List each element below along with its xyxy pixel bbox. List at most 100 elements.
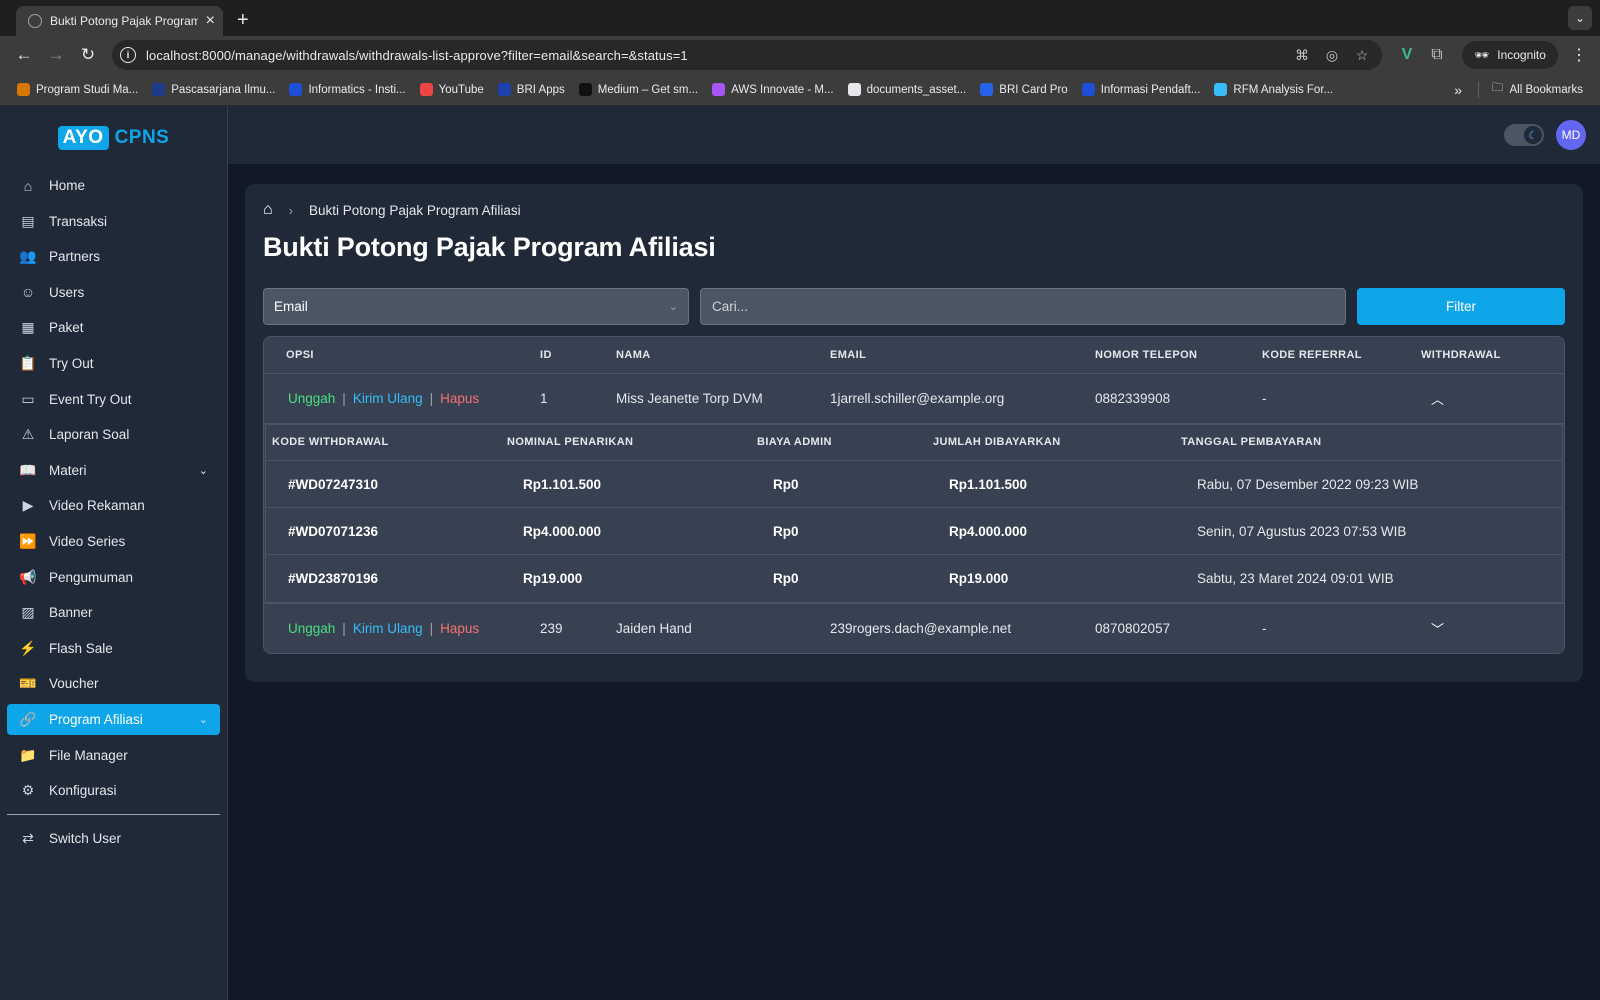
sidebar-item-flash-sale[interactable]: ⚡ Flash Sale	[7, 633, 220, 664]
chevron-down-icon[interactable]: ﹀	[1421, 619, 1444, 638]
sidebar: AYO CPNS ⌂ Home ▤ Transaksi 👥 Partners ☺ Users ▦…	[0, 106, 228, 1000]
referral-cell: -	[1256, 372, 1415, 423]
sidebar-item-materi[interactable]: 📖 Materi ⌄	[7, 455, 220, 486]
theme-toggle[interactable]: ☾	[1504, 124, 1544, 146]
bookmark-favicon-icon	[1081, 83, 1095, 96]
sidebar-item-home[interactable]: ⌂ Home	[7, 170, 220, 201]
jumlah-cell: Rp4.000.000	[927, 507, 1175, 555]
bookmark-item[interactable]: BRI Apps	[491, 83, 572, 96]
kode-cell: #WD07071236	[266, 507, 501, 555]
sidebar-item-banner[interactable]: ▨ Banner	[7, 597, 220, 628]
bookmark-item[interactable]: Informatics - Insti...	[282, 83, 412, 96]
filter-select[interactable]: Email ⌄	[263, 288, 689, 325]
bookmark-item[interactable]: documents_asset...	[841, 83, 974, 96]
tanggal-cell: Senin, 07 Agustus 2023 07:53 WIB	[1175, 507, 1562, 555]
chevron-down-icon[interactable]: ⌄	[199, 464, 208, 477]
bookmark-item[interactable]: AWS Innovate - M...	[705, 83, 840, 96]
col-header-admin: BIAYA ADMIN	[751, 424, 927, 461]
bookmark-item[interactable]: Program Studi Ma...	[10, 83, 145, 96]
site-info-icon[interactable]: i	[120, 47, 136, 63]
logo[interactable]: AYO CPNS	[0, 118, 227, 158]
withdrawal-table: OPSI ID NAMA EMAIL NOMOR TELEPON KODE RE…	[263, 336, 1565, 654]
all-bookmarks[interactable]: 🗀 All Bookmarks	[1485, 80, 1590, 99]
search-input[interactable]	[700, 288, 1346, 325]
sidebar-item-voucher[interactable]: 🎫 Voucher	[7, 668, 220, 699]
bookmark-item[interactable]: RFM Analysis For...	[1207, 83, 1340, 96]
expanded-row: KODE WITHDRAWAL NOMINAL PENARIKAN BIAYA …	[264, 422, 1564, 603]
eye-off-icon[interactable]: ◎	[1322, 47, 1342, 64]
sidebar-item-paket[interactable]: ▦ Paket	[7, 312, 220, 343]
translate-icon[interactable]: ⌘	[1292, 47, 1312, 64]
sidebar-item-event-try-out[interactable]: ▭ Event Try Out	[7, 384, 220, 415]
unggah-link[interactable]: Unggah	[288, 621, 335, 636]
back-button[interactable]: ←	[10, 41, 38, 69]
sidebar-item-file-manager[interactable]: 📁 File Manager	[7, 740, 220, 771]
admin-cell: Rp0	[751, 507, 927, 555]
bookmark-favicon-icon	[847, 83, 861, 96]
sidebar-item-label: Video Series	[49, 533, 126, 549]
chevron-down-icon[interactable]: ⌄	[199, 713, 208, 726]
sidebar-item-try-out[interactable]: 📋 Try Out	[7, 348, 220, 379]
incognito-badge[interactable]: 🕶 Incognito	[1462, 41, 1558, 69]
forward-button[interactable]: →	[42, 41, 70, 69]
avatar[interactable]: MD	[1556, 120, 1586, 150]
reload-button[interactable]: ↻	[74, 41, 102, 69]
sidebar-item-label: Switch User	[49, 831, 122, 847]
extensions-icon[interactable]: ⧉	[1424, 46, 1450, 64]
close-icon[interactable]: ×	[206, 13, 215, 29]
id-cell: 239	[534, 602, 610, 653]
sidebar-item-partners[interactable]: 👥 Partners	[7, 241, 220, 272]
bookmark-item[interactable]: Medium – Get sm...	[572, 83, 705, 96]
pengumuman-icon: 📢	[19, 568, 37, 585]
bookmarks-bar: Program Studi Ma... Pascasarjana Ilmu... I…	[0, 74, 1600, 106]
sidebar-divider	[7, 814, 220, 816]
sidebar-item-pengumuman[interactable]: 📢 Pengumuman	[7, 562, 220, 593]
address-bar[interactable]: i localhost:8000/manage/withdrawals/with…	[112, 40, 1382, 70]
star-icon[interactable]: ☆	[1352, 47, 1372, 64]
sidebar-item-laporan-soal[interactable]: ⚠ Laporan Soal	[7, 419, 220, 450]
bookmark-item[interactable]: Informasi Pendaft...	[1075, 83, 1208, 96]
sidebar-item-transaksi[interactable]: ▤ Transaksi	[7, 206, 220, 237]
bookmark-favicon-icon	[497, 83, 511, 96]
kirim-ulang-link[interactable]: Kirim Ulang	[353, 621, 423, 636]
browser-tab[interactable]: Bukti Potong Pajak Program Afiliasi ×	[16, 6, 223, 36]
hapus-link[interactable]: Hapus	[440, 621, 479, 636]
url-text[interactable]: localhost:8000/manage/withdrawals/withdr…	[146, 48, 1282, 63]
vue-devtools-icon[interactable]: V	[1394, 46, 1420, 64]
sidebar-item-konfigurasi[interactable]: ⚙ Konfigurasi	[7, 775, 220, 806]
try-out-icon: 📋	[19, 354, 37, 371]
telepon-cell: 0882339908	[1089, 372, 1256, 423]
col-header-email: EMAIL	[824, 337, 1089, 373]
bookmark-item[interactable]: YouTube	[413, 83, 491, 96]
tanggal-cell: Sabtu, 23 Maret 2024 09:01 WIB	[1175, 554, 1562, 602]
more-bookmarks-icon[interactable]: »	[1444, 82, 1472, 98]
filter-button[interactable]: Filter	[1357, 288, 1565, 325]
sidebar-item-program-afiliasi[interactable]: 🔗 Program Afiliasi ⌄	[7, 703, 220, 735]
hapus-link[interactable]: Hapus	[440, 391, 479, 406]
transaksi-icon: ▤	[21, 212, 35, 229]
sidebar-item-switch-user[interactable]: ⇄ Switch User	[7, 823, 220, 854]
voucher-icon: 🎫	[19, 675, 37, 692]
sidebar-item-video-rekaman[interactable]: ▶ Video Rekaman	[7, 490, 220, 521]
sidebar-item-label: Try Out	[49, 355, 94, 371]
sub-table-row: #WD07071236 Rp4.000.000 Rp0 Rp4.000.000 …	[266, 507, 1562, 555]
browser-menu-icon[interactable]: ⋮	[1568, 45, 1590, 65]
chevron-up-icon[interactable]: ︿	[1421, 389, 1444, 408]
bookmark-item[interactable]: BRI Card Pro	[973, 83, 1074, 96]
tab-search-button[interactable]: ⌄	[1568, 6, 1592, 30]
action-separator: |	[429, 620, 434, 636]
partners-icon: 👥	[19, 248, 37, 265]
sidebar-item-users[interactable]: ☺ Users	[7, 277, 220, 308]
col-header-telepon: NOMOR TELEPON	[1089, 337, 1256, 373]
withdrawal-cell: ︿	[1415, 372, 1564, 423]
sidebar-item-label: Users	[49, 284, 85, 300]
laporan-soal-icon: ⚠	[21, 426, 35, 443]
referral-cell: -	[1256, 602, 1415, 653]
unggah-link[interactable]: Unggah	[288, 391, 335, 406]
new-tab-button[interactable]: +	[237, 9, 249, 32]
bookmark-item[interactable]: Pascasarjana Ilmu...	[145, 83, 282, 96]
home-icon[interactable]: ⌂	[263, 201, 273, 219]
kirim-ulang-link[interactable]: Kirim Ulang	[353, 391, 423, 406]
sidebar-item-video-series[interactable]: ⏩ Video Series	[7, 526, 220, 557]
email-cell: 1jarrell.schiller@example.org	[824, 372, 1089, 423]
